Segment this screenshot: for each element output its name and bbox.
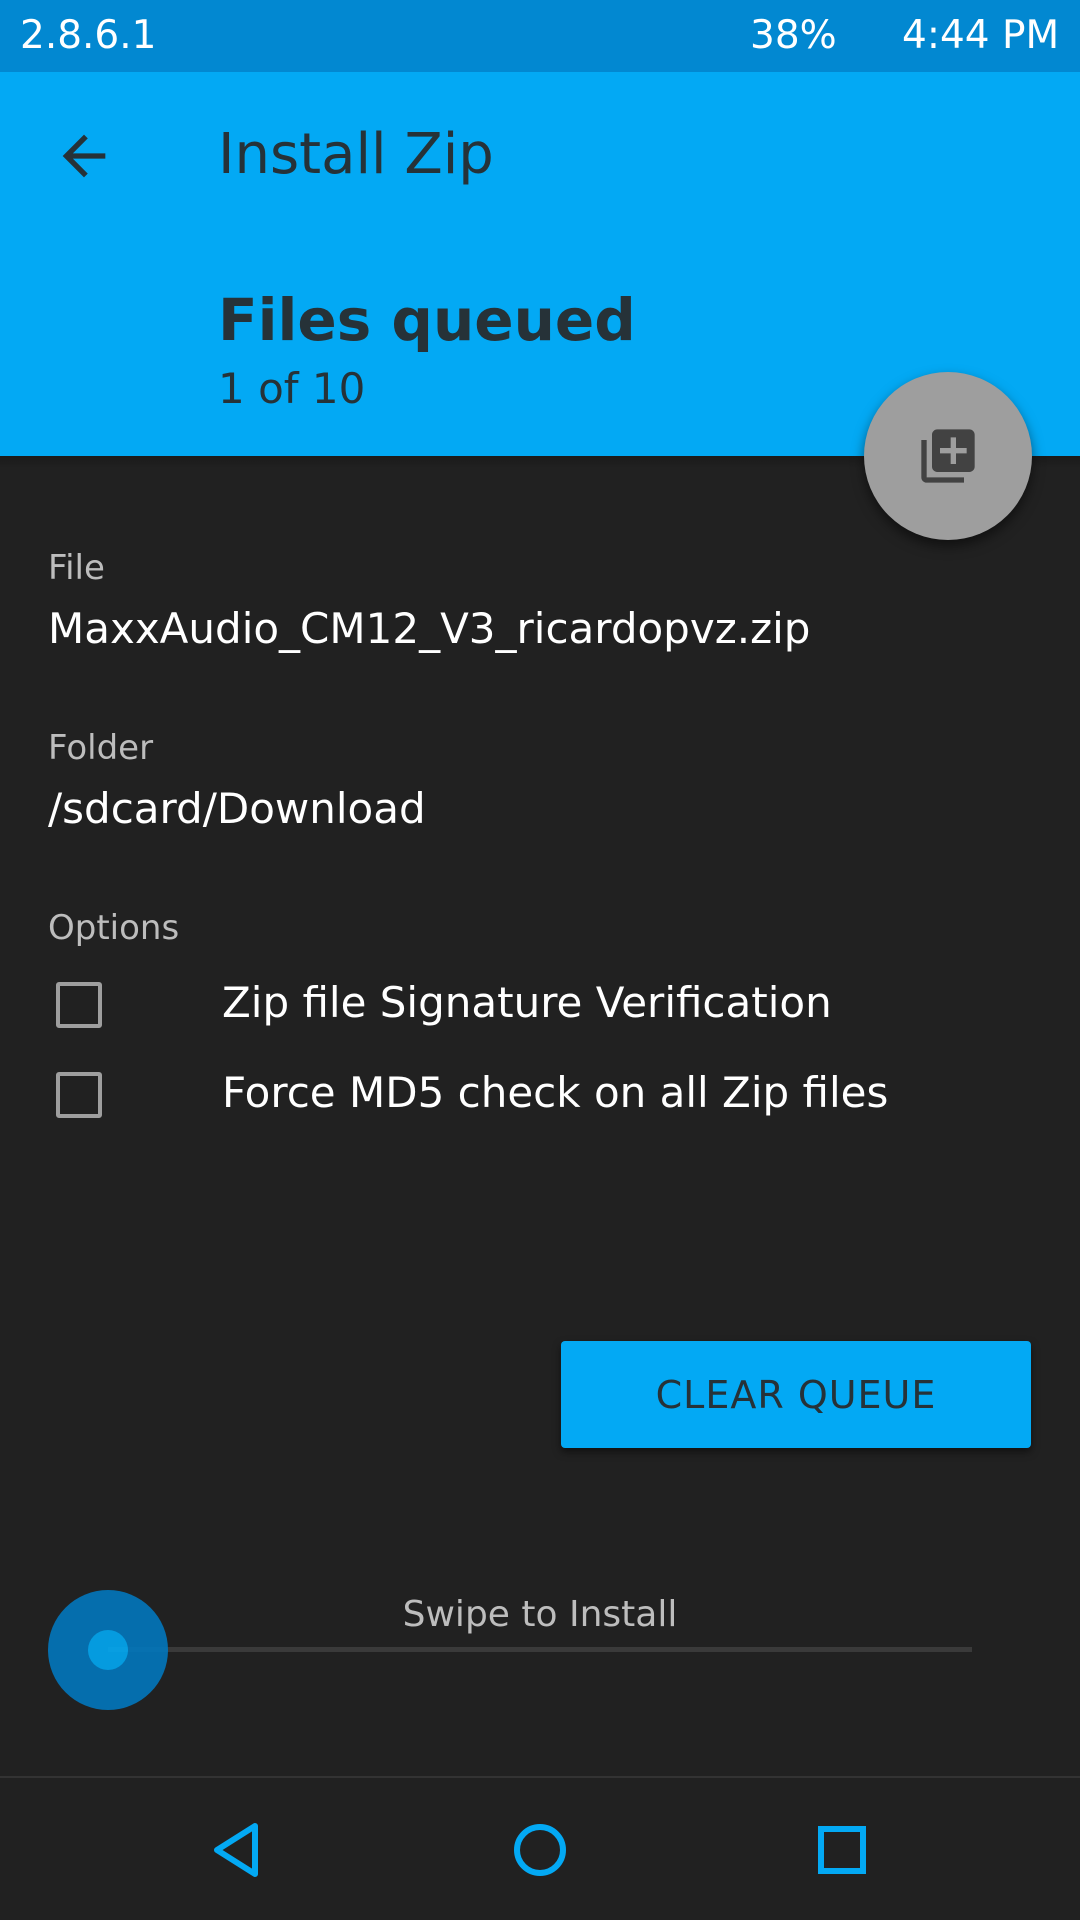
add-more-zips-button[interactable] <box>864 372 1032 540</box>
battery-text: 38% <box>750 13 837 58</box>
file-label: File <box>48 548 105 588</box>
status-bar: 2.8.6.1 38% 4:44 PM <box>0 0 1080 72</box>
queue-count: 1 of 10 <box>218 364 366 413</box>
nav-home-button[interactable] <box>490 1800 590 1900</box>
file-name: MaxxAudio_CM12_V3_ricardopvz.zip <box>48 604 811 653</box>
circle-home-icon <box>514 1824 566 1876</box>
arrow-left-icon <box>62 134 106 178</box>
folder-label: Folder <box>48 728 154 768</box>
version-text: 2.8.6.1 <box>20 13 157 58</box>
swipe-handle-dot <box>88 1630 128 1670</box>
options-label: Options <box>48 908 180 948</box>
signature-verification-label: Zip file Signature Verification <box>222 978 832 1027</box>
nav-recents-button[interactable] <box>792 1800 892 1900</box>
swipe-handle[interactable] <box>48 1590 168 1710</box>
nav-back-button[interactable] <box>187 1800 287 1900</box>
option-signature-verification[interactable]: Zip file Signature Verification <box>48 970 1048 1050</box>
navigation-bar <box>0 1776 1080 1920</box>
clock-text: 4:44 PM <box>902 13 1060 58</box>
library-add-icon <box>921 429 975 483</box>
force-md5-label: Force MD5 check on all Zip files <box>222 1068 889 1117</box>
page-title: Install Zip <box>218 122 494 187</box>
swipe-track[interactable] <box>108 1647 972 1652</box>
back-button[interactable] <box>40 112 128 200</box>
force-md5-checkbox[interactable] <box>56 1072 102 1118</box>
folder-path: /sdcard/Download <box>48 784 426 833</box>
triangle-back-icon <box>214 1823 258 1877</box>
square-recents-icon <box>818 1826 866 1874</box>
option-force-md5[interactable]: Force MD5 check on all Zip files <box>48 1060 1048 1140</box>
queue-heading: Files queued <box>218 286 636 354</box>
signature-verification-checkbox[interactable] <box>56 982 102 1028</box>
clear-queue-button[interactable]: CLEAR QUEUE <box>561 1341 1031 1448</box>
